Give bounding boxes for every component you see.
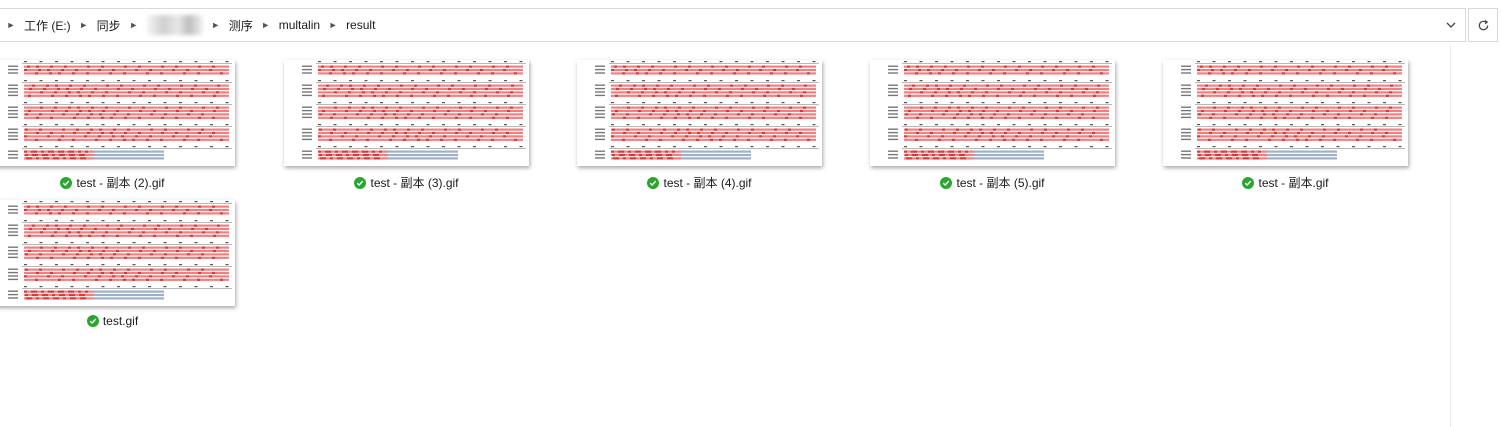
sync-ok-icon <box>647 176 660 189</box>
file-name[interactable]: test.gif <box>0 314 235 328</box>
file-item[interactable]: test - 副本.gif <box>1163 50 1413 190</box>
file-name-label: test - 副本.gif <box>1258 176 1329 190</box>
file-item[interactable]: test - 副本 (3).gif <box>284 50 534 190</box>
file-thumbnail[interactable] <box>870 60 1115 166</box>
refresh-button[interactable] <box>1468 8 1498 42</box>
file-item[interactable]: test - 副本 (5).gif <box>870 50 1120 190</box>
sync-ok-icon <box>86 315 99 327</box>
file-list[interactable]: test - 副本 (2).gif test - 副本 (3).gif test… <box>0 50 1450 427</box>
file-name-label: test - 副本 (4).gif <box>663 176 752 190</box>
file-thumbnail[interactable] <box>284 60 529 166</box>
file-name-label: test - 副本 (5).gif <box>956 176 1045 190</box>
file-name[interactable]: test - 副本 (4).gif <box>577 174 822 191</box>
breadcrumb-item-result[interactable]: result <box>344 16 377 34</box>
file-name-label: test - 副本 (2).gif <box>76 176 165 190</box>
breadcrumb: ► 工作 (E:) ► 同步 ► ► 测序 ► multalin ► resul… <box>0 9 1437 41</box>
file-name-label: test.gif <box>102 314 139 328</box>
chevron-down-icon <box>1446 22 1456 28</box>
chevron-right-icon[interactable]: ► <box>209 20 223 30</box>
breadcrumb-item-multalin[interactable]: multalin <box>277 16 322 34</box>
breadcrumb-item-redacted[interactable] <box>146 15 203 35</box>
file-item[interactable]: test.gif <box>0 190 240 330</box>
scrollbar-track[interactable] <box>1450 44 1502 427</box>
chevron-right-icon[interactable]: ► <box>326 20 340 30</box>
file-name[interactable]: test - 副本 (3).gif <box>284 174 529 191</box>
refresh-icon <box>1478 19 1488 30</box>
breadcrumb-item-drive[interactable]: 工作 (E:) <box>22 15 73 36</box>
file-thumbnail[interactable] <box>1163 60 1408 166</box>
file-name-label: test - 副本 (3).gif <box>370 176 459 190</box>
file-name[interactable]: test - 副本.gif <box>1163 174 1408 191</box>
chevron-right-icon[interactable]: ► <box>77 20 91 30</box>
chevron-right-icon[interactable]: ► <box>259 20 273 30</box>
file-explorer-window: ► 工作 (E:) ► 同步 ► ► 测序 ► multalin ► resul… <box>0 0 1502 427</box>
sync-ok-icon <box>354 176 367 189</box>
breadcrumb-item-sync[interactable]: 同步 <box>95 15 123 36</box>
sync-ok-icon <box>60 176 73 189</box>
sync-ok-icon <box>1242 176 1255 189</box>
sync-ok-icon <box>940 176 953 189</box>
breadcrumb-item-sequencing[interactable]: 测序 <box>227 15 255 36</box>
file-thumbnail[interactable] <box>0 60 235 166</box>
chevron-right-icon[interactable]: ► <box>127 20 141 30</box>
file-item[interactable]: test - 副本 (4).gif <box>577 50 827 190</box>
file-item[interactable]: test - 副本 (2).gif <box>0 50 240 190</box>
chevron-right-icon[interactable]: ► <box>4 20 18 30</box>
address-dropdown-button[interactable] <box>1437 9 1465 41</box>
file-name[interactable]: test - 副本 (5).gif <box>870 174 1115 191</box>
file-thumbnail[interactable] <box>577 60 822 166</box>
address-bar[interactable]: ► 工作 (E:) ► 同步 ► ► 测序 ► multalin ► resul… <box>0 8 1466 42</box>
file-thumbnail[interactable] <box>0 200 235 306</box>
file-name[interactable]: test - 副本 (2).gif <box>0 174 235 191</box>
